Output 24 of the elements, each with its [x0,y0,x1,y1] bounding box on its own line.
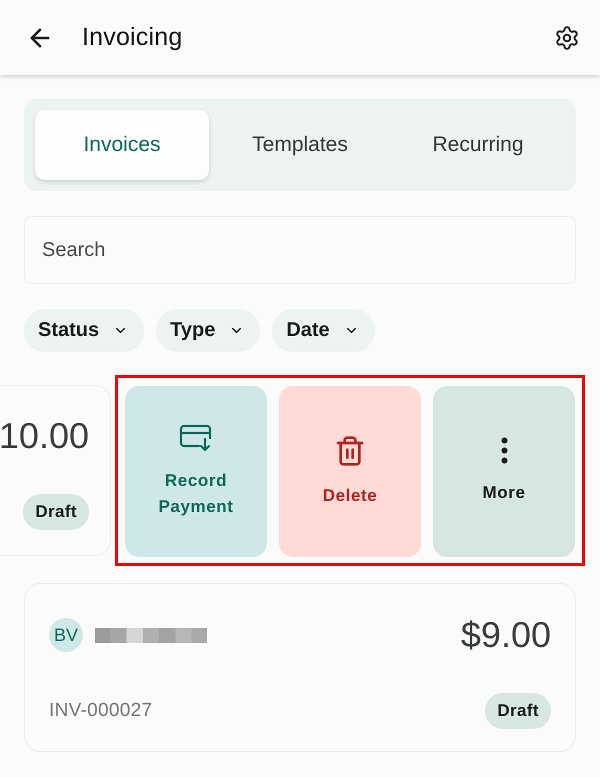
avatar: BV [49,618,83,652]
filter-chip[interactable]: Status [24,309,144,352]
trash-icon [334,434,366,466]
invoice-card[interactable]: BV $9.00 INV-000027 Draft [24,583,576,752]
tab[interactable]: Invoices [35,110,209,180]
status-badge: Draft [485,693,551,729]
status-badge: Draft [23,494,89,530]
invoice-number: INV-000027 [49,700,152,722]
card-arrow-icon [179,424,213,452]
invoice-amount: 10.00 [0,414,89,458]
delete-button[interactable]: Delete [279,386,421,557]
more-vertical-icon [500,437,508,464]
tab[interactable]: Templates [213,110,387,180]
more-button[interactable]: More [433,386,575,557]
record-payment-button[interactable]: Record Payment [125,386,267,557]
page-title: Invoicing [82,23,182,52]
settings-icon [554,24,580,50]
search-field[interactable]: Search [24,216,576,284]
invoice-card[interactable]: 10.00 Draft [0,385,111,556]
invoice-amount: $9.00 [460,613,551,657]
filter-chip[interactable]: Date [272,309,375,352]
filter-chip[interactable]: Type [156,309,260,352]
tab[interactable]: Recurring [391,110,565,180]
settings-button[interactable] [554,24,580,50]
